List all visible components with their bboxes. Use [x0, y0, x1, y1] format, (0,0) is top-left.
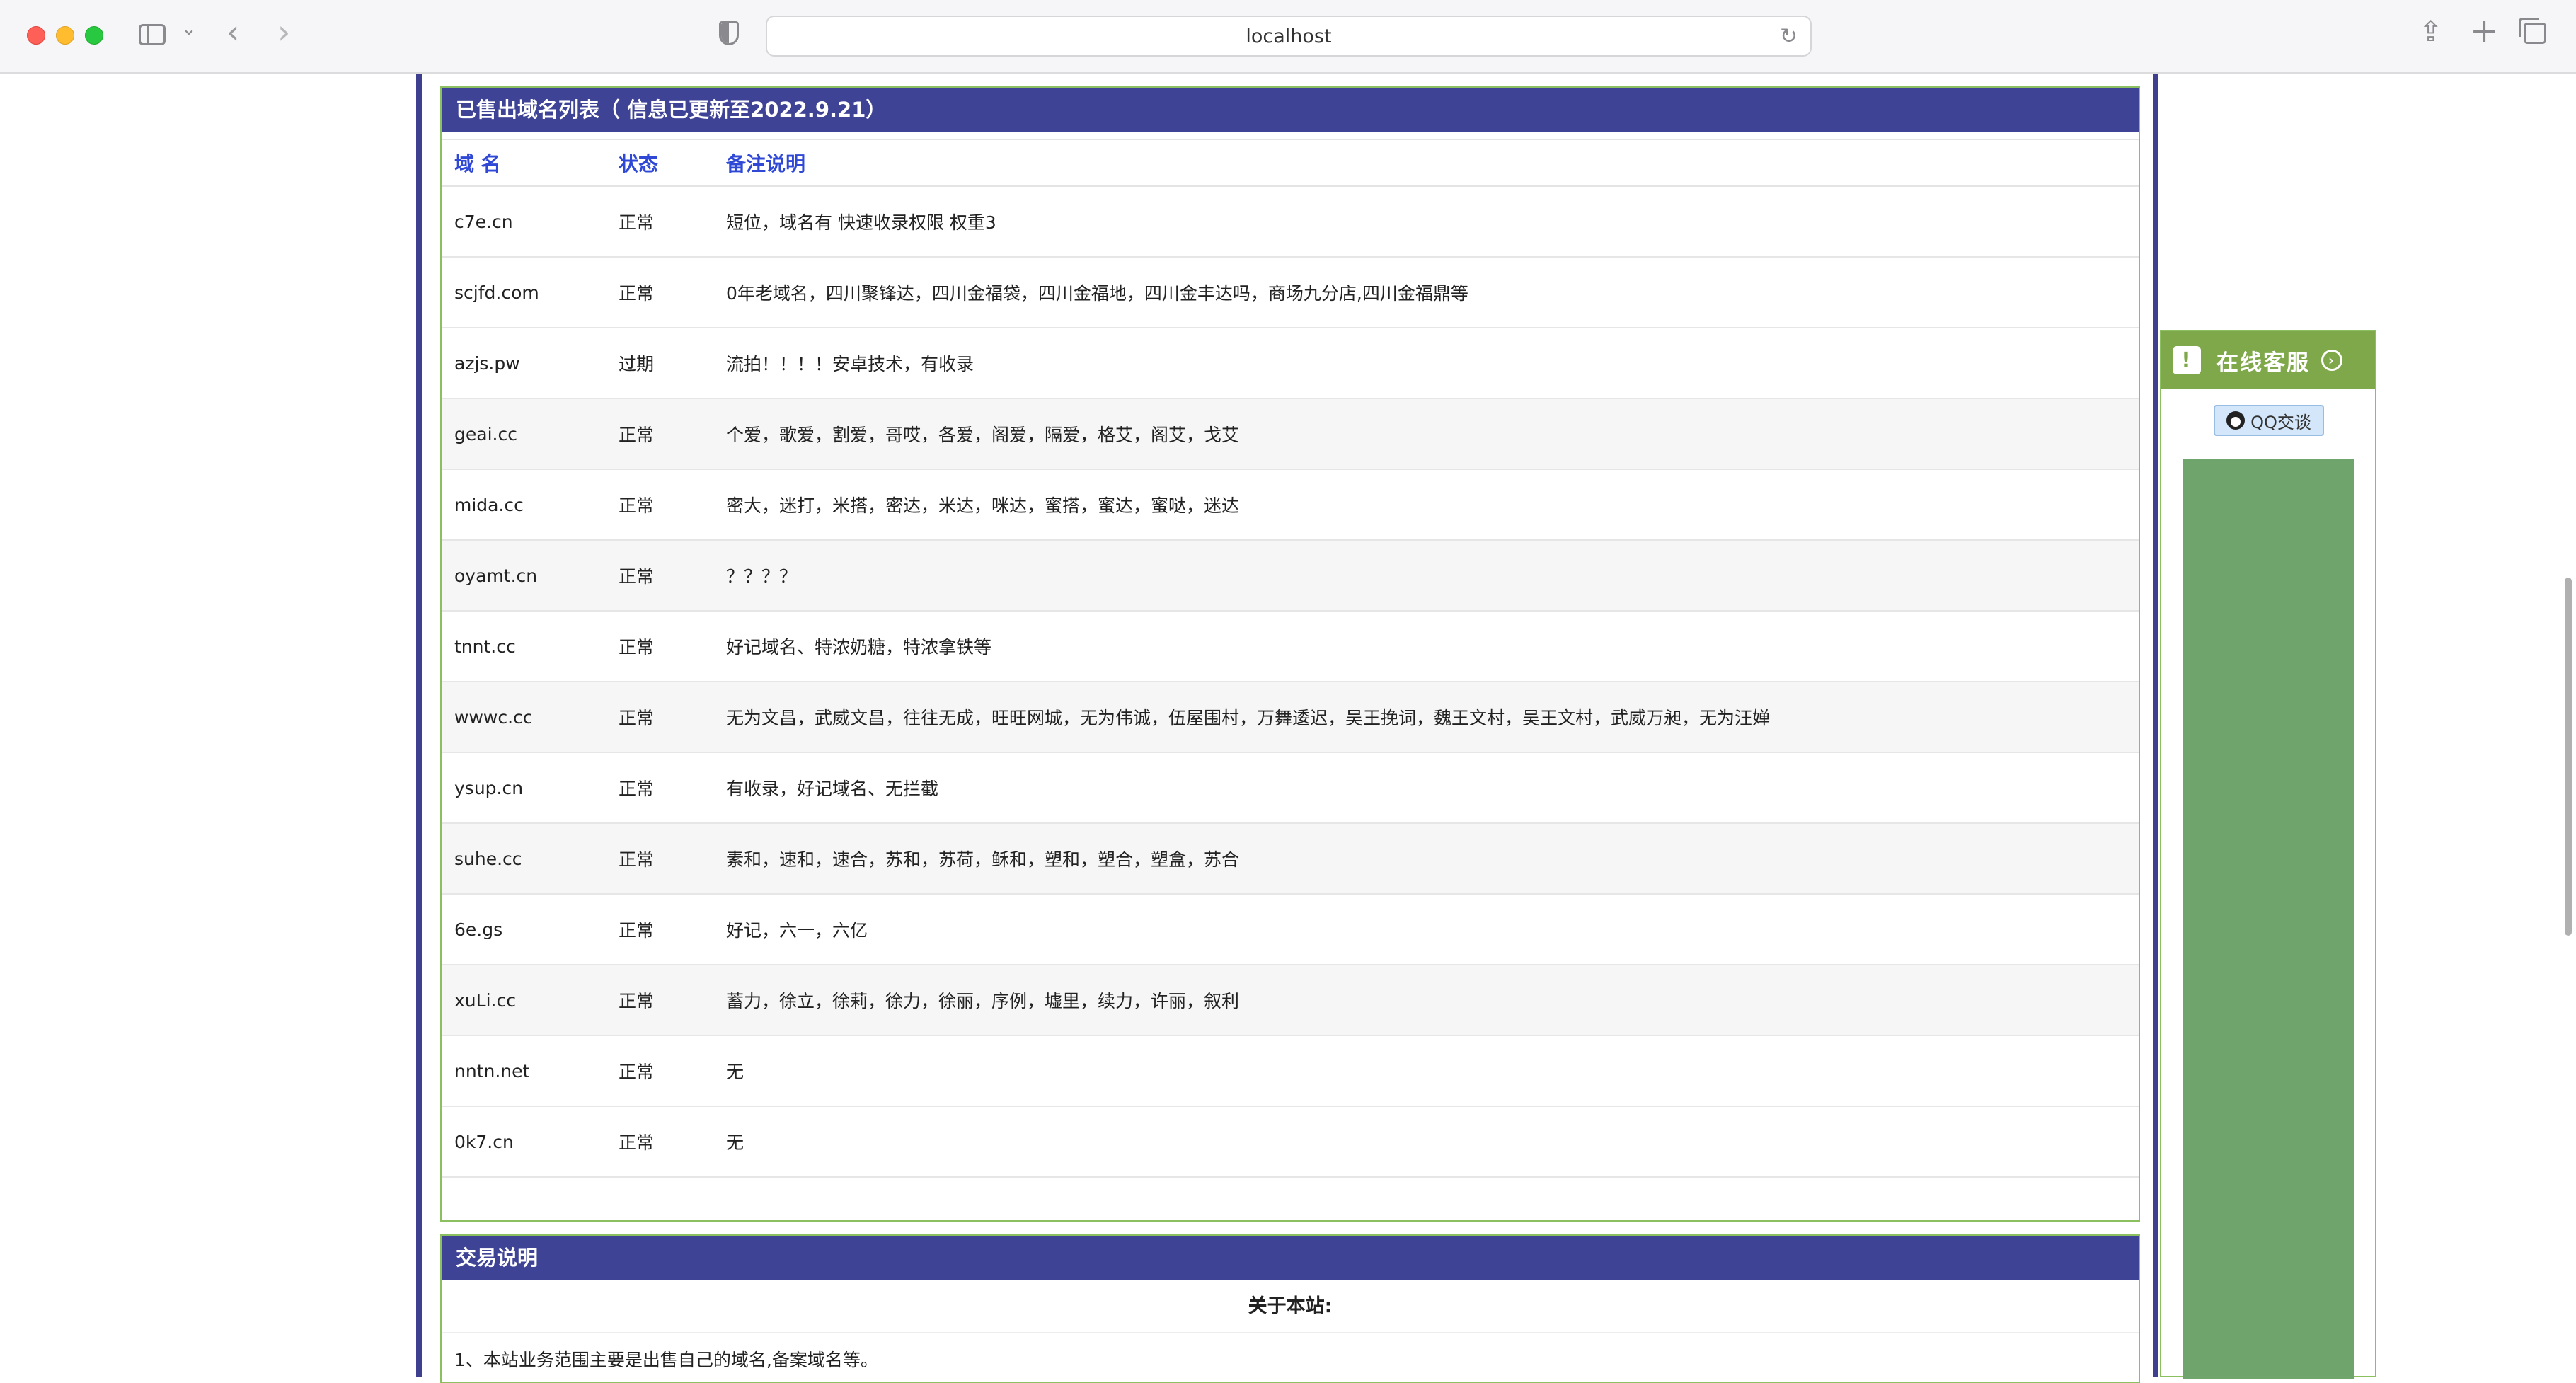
sidebar-icon[interactable]: [139, 24, 166, 45]
sold-domains-table: 域 名 状态 备注说明 c7e.cn 正常 短位，域名有 快速收录权限 权重3 …: [442, 139, 2139, 1178]
url-text: localhost: [1246, 25, 1332, 47]
table-row: oyamt.cn 正常 ？？？？: [442, 540, 2139, 612]
reload-icon[interactable]: ↻: [1780, 24, 1798, 49]
address-bar[interactable]: localhost ↻: [766, 16, 1812, 57]
domain-name: mida.cc: [442, 469, 606, 541]
widget-header: ! 在线客服 ›: [2161, 331, 2375, 389]
qq-chat-label: QQ交谈: [2250, 412, 2311, 432]
domain-note: 有收录，好记域名、无拦截: [713, 752, 2139, 824]
domain-note: 好记域名、特浓奶糖，特浓拿铁等: [713, 611, 2139, 682]
domain-name: c7e.cn: [442, 186, 606, 258]
domain-name: 0k7.cn: [442, 1106, 606, 1178]
domain-name: suhe.cc: [442, 823, 606, 895]
main-content-frame: 已售出域名列表（ 信息已更新至2022.9.21） 域 名 状态 备注说明 c7…: [416, 74, 2158, 1383]
table-row: xuLi.cc 正常 蓄力，徐立，徐莉，徐力，徐丽，序例，墟里，续力，许丽，叙利: [442, 965, 2139, 1036]
domain-name: xuLi.cc: [442, 965, 606, 1036]
intro-text: 1、本站业务范围主要是出售自己的域名,备案域名等。: [454, 1350, 878, 1370]
domain-name: oyamt.cn: [442, 540, 606, 612]
web-page: 已售出域名列表（ 信息已更新至2022.9.21） 域 名 状态 备注说明 c7…: [0, 74, 2576, 1383]
domain-name: wwwc.cc: [442, 682, 606, 753]
domain-note: 0年老域名，四川聚锋达，四川金福袋，四川金福地，四川金丰达吗，商场九分店,四川金…: [713, 257, 2139, 328]
trade-info-panel: 交易说明 关于本站: 1、本站业务范围主要是出售自己的域名,备案域名等。: [440, 1234, 2140, 1383]
domain-status: 正常: [606, 469, 713, 541]
domain-note: 无: [713, 1106, 2139, 1178]
sold-domains-panel: 已售出域名列表（ 信息已更新至2022.9.21） 域 名 状态 备注说明 c7…: [440, 86, 2140, 1222]
domain-name: tnnt.cc: [442, 611, 606, 682]
domain-name: scjfd.com: [442, 257, 606, 328]
domain-status: 正常: [606, 894, 713, 965]
domain-status: 正常: [606, 257, 713, 328]
domain-name: ysup.cn: [442, 752, 606, 824]
domain-status: 正常: [606, 1106, 713, 1178]
domain-status: 正常: [606, 752, 713, 824]
new-tab-icon[interactable]: +: [2470, 11, 2498, 51]
domain-note: 蓄力，徐立，徐莉，徐力，徐丽，序例，墟里，续力，许丽，叙利: [713, 965, 2139, 1036]
column-header-domain: 域 名: [442, 139, 606, 187]
domain-status: 过期: [606, 328, 713, 399]
table-header-row: 域 名 状态 备注说明: [442, 139, 2139, 187]
table-row: scjfd.com 正常 0年老域名，四川聚锋达，四川金福袋，四川金福地，四川金…: [442, 257, 2139, 328]
domain-status: 正常: [606, 398, 713, 470]
domain-note: 个爱，歌爱，割爱，哥哎，各爱，阁爱，隔爱，格艾，阁艾，戈艾: [713, 398, 2139, 470]
domain-status: 正常: [606, 186, 713, 258]
table-row: ysup.cn 正常 有收录，好记域名、无拦截: [442, 752, 2139, 824]
table-row: azjs.pw 过期 流拍！！！！安卓技术，有收录: [442, 328, 2139, 399]
domain-note: 好记，六一，六亿: [713, 894, 2139, 965]
privacy-shield-icon[interactable]: [719, 21, 739, 45]
table-row: tnnt.cc 正常 好记域名、特浓奶糖，特浓拿铁等: [442, 611, 2139, 682]
table-row: 6e.gs 正常 好记，六一，六亿: [442, 894, 2139, 965]
domain-note: 素和，速和，速合，苏和，苏荷，稣和，塑和，塑合，塑盒，苏合: [713, 823, 2139, 895]
domain-status: 正常: [606, 611, 713, 682]
alert-icon: !: [2173, 346, 2201, 374]
column-header-note: 备注说明: [713, 139, 2139, 187]
domain-status: 正常: [606, 823, 713, 895]
domain-name: geai.cc: [442, 398, 606, 470]
qq-chat-button[interactable]: QQ交谈: [2214, 405, 2324, 436]
table-row: wwwc.cc 正常 无为文昌，武威文昌，往往无成，旺旺网城，无为伟诚，伍屋围村…: [442, 682, 2139, 753]
online-service-widget: ! 在线客服 › QQ交谈: [2160, 330, 2376, 1379]
domain-status: 正常: [606, 1035, 713, 1107]
panel-title: 已售出域名列表（ 信息已更新至2022.9.21）: [442, 88, 2139, 132]
chevron-down-icon[interactable]: ⌄: [181, 18, 197, 40]
domain-note: 无为文昌，武威文昌，往往无成，旺旺网城，无为伟诚，伍屋围村，万舞逶迟，吴王挽词，…: [713, 682, 2139, 753]
back-arrow-icon[interactable]: ‹: [226, 13, 239, 51]
table-row: suhe.cc 正常 素和，速和，速合，苏和，苏荷，稣和，塑和，塑合，塑盒，苏合: [442, 823, 2139, 895]
table-row: c7e.cn 正常 短位，域名有 快速收录权限 权重3: [442, 186, 2139, 258]
table-row: mida.cc 正常 密大，迷打，米搭，密达，米达，咪达，蜜搭，蜜达，蜜哒，迷达: [442, 469, 2139, 541]
forward-arrow-icon[interactable]: ›: [277, 13, 290, 51]
domain-status: 正常: [606, 682, 713, 753]
qq-penguin-icon: [2226, 411, 2246, 430]
arrow-right-circle-icon[interactable]: ›: [2321, 350, 2342, 371]
domain-name: nntn.net: [442, 1035, 606, 1107]
domain-status: 正常: [606, 965, 713, 1036]
tab-overview-icon[interactable]: [2519, 18, 2546, 44]
vertical-scrollbar[interactable]: [2565, 578, 2572, 936]
domain-note: 无: [713, 1035, 2139, 1107]
panel-title: 交易说明: [442, 1236, 2139, 1280]
table-row: geai.cc 正常 个爱，歌爱，割爱，哥哎，各爱，阁爱，隔爱，格艾，阁艾，戈艾: [442, 398, 2139, 470]
table-row: 0k7.cn 正常 无: [442, 1106, 2139, 1178]
zoom-window-button[interactable]: [85, 26, 103, 45]
decorative-green-block: [2183, 459, 2354, 1379]
share-icon[interactable]: ⇪: [2419, 16, 2443, 48]
domain-name: azjs.pw: [442, 328, 606, 399]
column-header-status: 状态: [606, 139, 713, 187]
domain-note: 密大，迷打，米搭，密达，米达，咪达，蜜搭，蜜达，蜜哒，迷达: [713, 469, 2139, 541]
domain-note: ？？？？: [713, 540, 2139, 612]
minimize-window-button[interactable]: [56, 26, 74, 45]
close-window-button[interactable]: [27, 26, 45, 45]
domain-status: 正常: [606, 540, 713, 612]
domain-note: 短位，域名有 快速收录权限 权重3: [713, 186, 2139, 258]
domain-note: 流拍！！！！安卓技术，有收录: [713, 328, 2139, 399]
widget-title: 在线客服: [2216, 350, 2310, 376]
table-row: nntn.net 正常 无: [442, 1035, 2139, 1107]
domain-name: 6e.gs: [442, 894, 606, 965]
about-site-heading: 关于本站:: [442, 1280, 2139, 1333]
browser-toolbar: ⌄ ‹ › localhost ↻ ⇪ +: [0, 0, 2576, 74]
